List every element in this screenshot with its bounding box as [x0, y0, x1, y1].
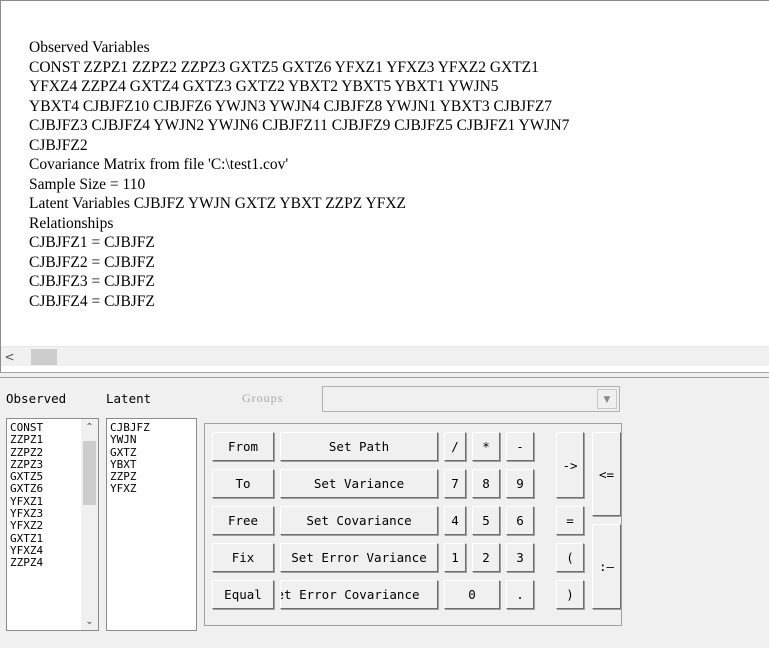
key-7-button[interactable]: 7: [444, 469, 466, 498]
key-4-button[interactable]: 4: [444, 506, 466, 535]
dropdown-arrow-icon[interactable]: ▼: [597, 389, 617, 409]
scrollbar-thumb[interactable]: [83, 441, 96, 505]
set-error-covariance-button[interactable]: Set Error Covariance: [280, 580, 438, 609]
set-variance-button[interactable]: Set Variance: [280, 469, 438, 498]
editor-line: YFXZ4 ZZPZ4 GXTZ4 GXTZ3 GXTZ2 YBXT2 YBXT…: [29, 78, 499, 95]
editor-line: Latent Variables CJBJFZ YWJN GXTZ YBXT Z…: [29, 195, 406, 212]
editor-line: Relationships: [29, 214, 114, 232]
chevron-left-icon[interactable]: <: [1, 347, 18, 367]
editor-line: YBXT4 CJBJFZ10 CJBJFZ6 YWJN3 YWJN4 CJBJF…: [29, 97, 553, 115]
chevron-up-icon[interactable]: ⌃: [81, 419, 98, 436]
set-covariance-button[interactable]: Set Covariance: [280, 506, 438, 535]
set-error-variance-button[interactable]: Set Error Variance: [280, 543, 438, 572]
list-item[interactable]: YFXZ2: [10, 520, 43, 533]
horizontal-scrollbar[interactable]: <: [1, 346, 769, 366]
equals-button[interactable]: =: [556, 506, 584, 535]
groups-label: Groups: [242, 391, 284, 405]
latent-label: Latent: [106, 391, 152, 406]
to-button[interactable]: To: [212, 469, 274, 498]
observed-list-scrollbar[interactable]: ⌃ ⌄: [81, 419, 98, 630]
scrollbar-thumb[interactable]: [31, 349, 57, 365]
from-button[interactable]: From: [212, 432, 274, 461]
chevron-down-icon[interactable]: ⌄: [81, 613, 98, 630]
set-path-button[interactable]: Set Path: [280, 432, 438, 461]
list-item[interactable]: YWJN: [110, 433, 150, 446]
editor-line: CJBJFZ2: [29, 136, 88, 154]
key-8-button[interactable]: 8: [472, 469, 500, 498]
minus-button[interactable]: -: [506, 432, 534, 461]
syntax-editor[interactable]: Observed Variables CONST ZZPZ1 ZZPZ2 ZZP…: [0, 0, 769, 372]
key-3-button[interactable]: 3: [506, 543, 534, 572]
colon-dash-button[interactable]: :—: [592, 524, 621, 609]
latent-variables-list[interactable]: CJBJFZ YWJN GXTZ YBXT ZZPZ YFXZ: [106, 418, 197, 631]
path-builder-panel: Observed Latent Groups ▼ CONST ZZPZ1 ZZP…: [0, 378, 769, 648]
fix-button[interactable]: Fix: [212, 543, 274, 572]
editor-line: CJBJFZ2 = CJBJFZ: [29, 253, 155, 271]
key-1-button[interactable]: 1: [444, 543, 466, 572]
editor-line: CJBJFZ4 = CJBJFZ: [29, 292, 155, 310]
set-error-covariance-label: Set Error Covariance: [280, 587, 420, 602]
editor-line: CONST ZZPZ1 ZZPZ2 ZZPZ3 GXTZ5 GXTZ6 YFXZ…: [29, 58, 539, 76]
observed-variables-list[interactable]: CONST ZZPZ1 ZZPZ2 ZZPZ3 GXTZ5 GXTZ6 YFXZ…: [6, 418, 99, 631]
editor-line: Sample Size = 110: [29, 175, 146, 193]
list-item[interactable]: YFXZ: [110, 483, 150, 496]
equal-button[interactable]: Equal: [212, 580, 274, 609]
arrow-button[interactable]: ->: [556, 432, 584, 498]
left-paren-button[interactable]: (: [556, 543, 584, 572]
editor-line: CJBJFZ3 CJBJFZ4 YWJN2 YWJN6 CJBJFZ11 CJB…: [29, 117, 570, 134]
editor-text[interactable]: Observed Variables CONST ZZPZ1 ZZPZ2 ZZP…: [29, 38, 764, 311]
key-2-button[interactable]: 2: [472, 543, 500, 572]
key-9-button[interactable]: 9: [506, 469, 534, 498]
key-5-button[interactable]: 5: [472, 506, 500, 535]
decimal-button[interactable]: .: [506, 580, 534, 609]
key-0-button[interactable]: 0: [444, 580, 500, 609]
list-item[interactable]: ZZPZ1: [10, 433, 43, 446]
list-item[interactable]: GXTZ6: [10, 483, 43, 496]
editor-line: Observed Variables: [29, 39, 150, 56]
editor-line: Covariance Matrix from file 'C:\test1.co…: [29, 156, 289, 173]
editor-line: CJBJFZ1 = CJBJFZ: [29, 234, 155, 251]
list-item[interactable]: ZZPZ4: [10, 556, 43, 569]
multiply-button[interactable]: *: [472, 432, 500, 461]
divide-button[interactable]: /: [444, 432, 466, 461]
editor-line: CJBJFZ3 = CJBJFZ: [29, 273, 155, 290]
groups-dropdown[interactable]: ▼: [322, 386, 620, 412]
observed-label: Observed: [6, 391, 67, 406]
button-group: From To Free Fix Equal Set Path Set Vari…: [204, 423, 622, 626]
assign-button[interactable]: <=: [592, 432, 621, 516]
right-paren-button[interactable]: ): [556, 580, 584, 609]
key-6-button[interactable]: 6: [506, 506, 534, 535]
free-button[interactable]: Free: [212, 506, 274, 535]
